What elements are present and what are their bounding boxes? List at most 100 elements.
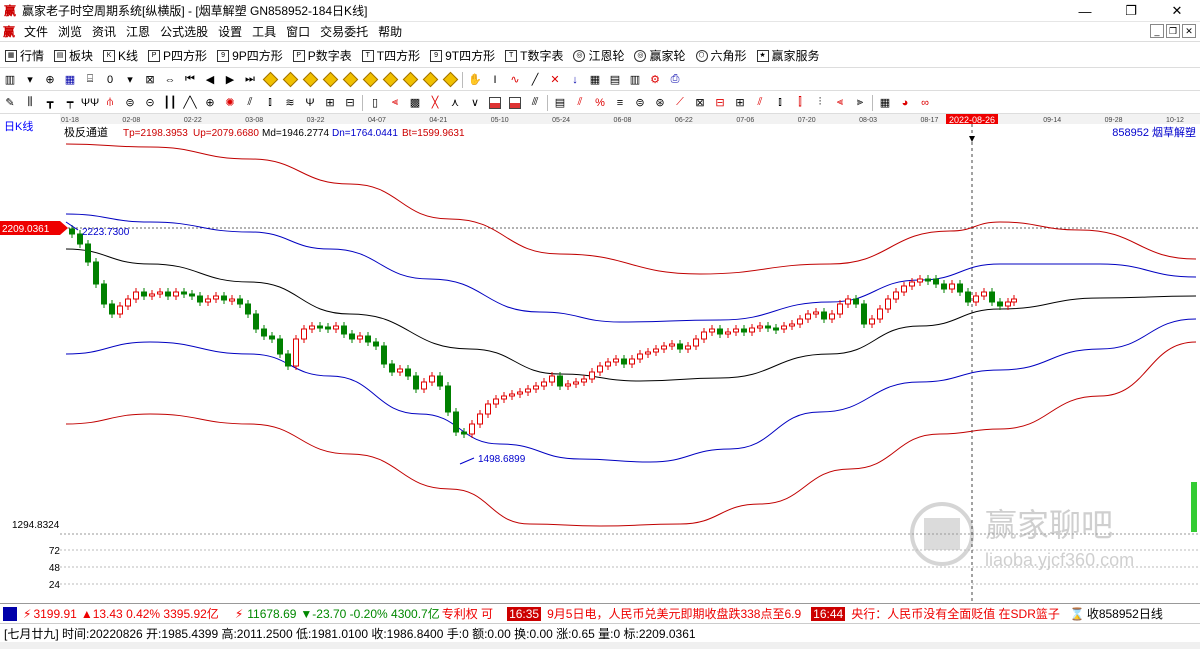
draw-tool-6-icon[interactable]: ⊝ [142, 95, 158, 111]
hand-icon[interactable]: ✋ [467, 72, 483, 88]
marker-2-icon[interactable] [282, 72, 298, 88]
draw-tool-33-icon[interactable]: ⊟ [712, 95, 728, 111]
draw-tool-27-icon[interactable]: ⫽ [572, 95, 588, 111]
draw-tool-13-icon[interactable]: ≋ [282, 95, 298, 111]
pen-icon[interactable]: ✎ [2, 95, 18, 111]
marker-4-icon[interactable] [322, 72, 338, 88]
draw-tool-31-icon[interactable]: ⟋ [672, 95, 688, 111]
toolbar-quotes-button[interactable]: ▦ 行情 [0, 47, 49, 64]
dropdown-icon[interactable]: ▾ [22, 72, 38, 88]
draw-tool-30-icon[interactable]: ⊛ [652, 95, 668, 111]
draw-tool-5-icon[interactable]: ⊜ [122, 95, 138, 111]
toolbar-jiangen-wheel-button[interactable]: ◎ 江恩轮 [568, 47, 629, 64]
kline-chart-svg[interactable]: 01-18 02-08 02-22 03-08 03-22 04-07 04-21 05-10… [0, 114, 1200, 602]
draw-tool-11-icon[interactable]: ⫽ [242, 95, 258, 111]
vlines-icon[interactable]: ⫼ [22, 95, 38, 111]
draw-tool-35-icon[interactable]: ⫽ [752, 95, 768, 111]
toolbar-9t-square-button[interactable]: 9 9T四方形 [425, 47, 500, 64]
ruler-icon[interactable]: ⌸ [82, 72, 98, 88]
prev-icon[interactable]: ◀ [202, 72, 218, 88]
mdi-close-button[interactable]: ✕ [1182, 24, 1196, 38]
print-icon[interactable]: ⎙ [667, 72, 683, 88]
percent-icon[interactable]: % [592, 95, 608, 111]
expand-icon[interactable]: ⇔ [162, 72, 178, 88]
menu-app-icon[interactable]: 赢 [3, 23, 19, 40]
draw-tool-7-icon[interactable]: ┃┃ [162, 95, 178, 111]
menu-browse[interactable]: 浏览 [53, 23, 87, 40]
toolbar-hexagon-button[interactable]: ⬡ 六角形 [691, 47, 752, 64]
draw-tool-37-icon[interactable]: ⫿ [792, 95, 808, 111]
draw-tool-20-icon[interactable]: ╳ [427, 95, 443, 111]
menu-help[interactable]: 帮助 [373, 23, 407, 40]
menu-settings[interactable]: 设置 [213, 23, 247, 40]
next-icon[interactable]: ▶ [222, 72, 238, 88]
draw-tool-3-icon[interactable]: ΨΨ [81, 95, 99, 111]
cursor-icon[interactable]: I [487, 72, 503, 88]
draw-tool-12-icon[interactable]: ⫾ [262, 95, 278, 111]
draw-tool-22-icon[interactable]: ∨ [467, 95, 483, 111]
draw-tool-24-icon[interactable] [507, 95, 523, 111]
menu-trade[interactable]: 交易委托 [315, 23, 373, 40]
toolbar-service-button[interactable]: ★ 赢家服务 [752, 47, 825, 64]
toolbar-yingjia-wheel-button[interactable]: ◎ 赢家轮 [629, 47, 690, 64]
toolbar-t-table-button[interactable]: T T数字表 [500, 47, 568, 64]
mdi-restore-button[interactable]: ❐ [1166, 24, 1180, 38]
draw-tool-36-icon[interactable]: ⫾ [772, 95, 788, 111]
draw-tool-9-icon[interactable]: ⊕ [202, 95, 218, 111]
news-text-2[interactable]: 央行：人民币没有全面贬值 在SDR篮子 [851, 605, 1060, 622]
draw-tool-4-icon[interactable]: ⫛ [102, 95, 118, 111]
formula-icon[interactable]: ⊠ [142, 72, 158, 88]
line-icon[interactable]: ╱ [527, 72, 543, 88]
gear-tool-icon[interactable]: ⚙ [647, 72, 663, 88]
marker-8-icon[interactable] [402, 72, 418, 88]
table-icon[interactable]: ▦ [877, 95, 893, 111]
draw-tool-14-icon[interactable]: Ψ [302, 95, 318, 111]
menu-formula[interactable]: 公式选股 [155, 23, 213, 40]
menu-file[interactable]: 文件 [19, 23, 53, 40]
zero-icon[interactable]: 0 [102, 72, 118, 88]
first-page-icon[interactable]: ⏮ [182, 72, 198, 88]
close-button[interactable]: ✕ [1154, 0, 1200, 22]
minimize-button[interactable]: — [1062, 0, 1108, 22]
marker-3-icon[interactable] [302, 72, 318, 88]
menu-info[interactable]: 资讯 [87, 23, 121, 40]
draw-tool-2-icon[interactable]: ┯ [62, 95, 78, 111]
wave-icon[interactable]: ∿ [507, 72, 523, 88]
draw-tool-15-icon[interactable]: ⊞ [322, 95, 338, 111]
indicator-icon[interactable]: ⊕ [42, 72, 58, 88]
draw-tool-38-icon[interactable]: ⫶ [812, 95, 828, 111]
toolbar-blocks-button[interactable]: ▤ 板块 [49, 47, 98, 64]
draw-tool-21-icon[interactable]: ⋏ [447, 95, 463, 111]
draw-tool-19-icon[interactable]: ▩ [407, 95, 423, 111]
toolbar-p-table-button[interactable]: P P数字表 [288, 47, 357, 64]
calc-icon[interactable]: ▤ [607, 72, 623, 88]
news-text-1[interactable]: 9月5日电，人民币兑美元即期收盘跌338点至6.9 [547, 605, 801, 622]
draw-tool-17-icon[interactable]: ▯ [367, 95, 383, 111]
maximize-button[interactable]: ❐ [1108, 0, 1154, 22]
draw-tool-34-icon[interactable]: ⊞ [732, 95, 748, 111]
toolbar-t-square-button[interactable]: T T四方形 [357, 47, 425, 64]
grid-tool-icon[interactable]: ▦ [587, 72, 603, 88]
arrow-down-icon[interactable]: ↓ [567, 72, 583, 88]
draw-tool-8-icon[interactable]: ╱╲ [182, 95, 198, 111]
toolbar-9p-square-button[interactable]: 9 9P四方形 [212, 47, 288, 64]
draw-tool-29-icon[interactable]: ⊜ [632, 95, 648, 111]
marker-6-icon[interactable] [362, 72, 378, 88]
toolbar-kline-button[interactable]: K K线 [98, 47, 143, 64]
draw-tool-32-icon[interactable]: ⊠ [692, 95, 708, 111]
news-tag-1[interactable]: 专利权 可 [442, 605, 493, 622]
sh-index-value[interactable]: 3199.91 [33, 607, 76, 621]
draw-tool-40-icon[interactable]: ⫸ [852, 95, 868, 111]
draw-tool-16-icon[interactable]: ⊟ [342, 95, 358, 111]
pattern-icon[interactable]: ✕ [547, 72, 563, 88]
menu-window[interactable]: 窗口 [281, 23, 315, 40]
infinity-icon[interactable]: ∞ [917, 95, 933, 111]
draw-tool-28-icon[interactable]: ≡ [612, 95, 628, 111]
draw-tool-26-icon[interactable]: ▤ [552, 95, 568, 111]
draw-tool-39-icon[interactable]: ⫷ [832, 95, 848, 111]
stats-icon[interactable]: ▦ [62, 72, 78, 88]
marker-1-icon[interactable] [262, 72, 278, 88]
draw-tool-1-icon[interactable]: ┳ [42, 95, 58, 111]
marker-5-icon[interactable] [342, 72, 358, 88]
menu-gann[interactable]: 江恩 [121, 23, 155, 40]
